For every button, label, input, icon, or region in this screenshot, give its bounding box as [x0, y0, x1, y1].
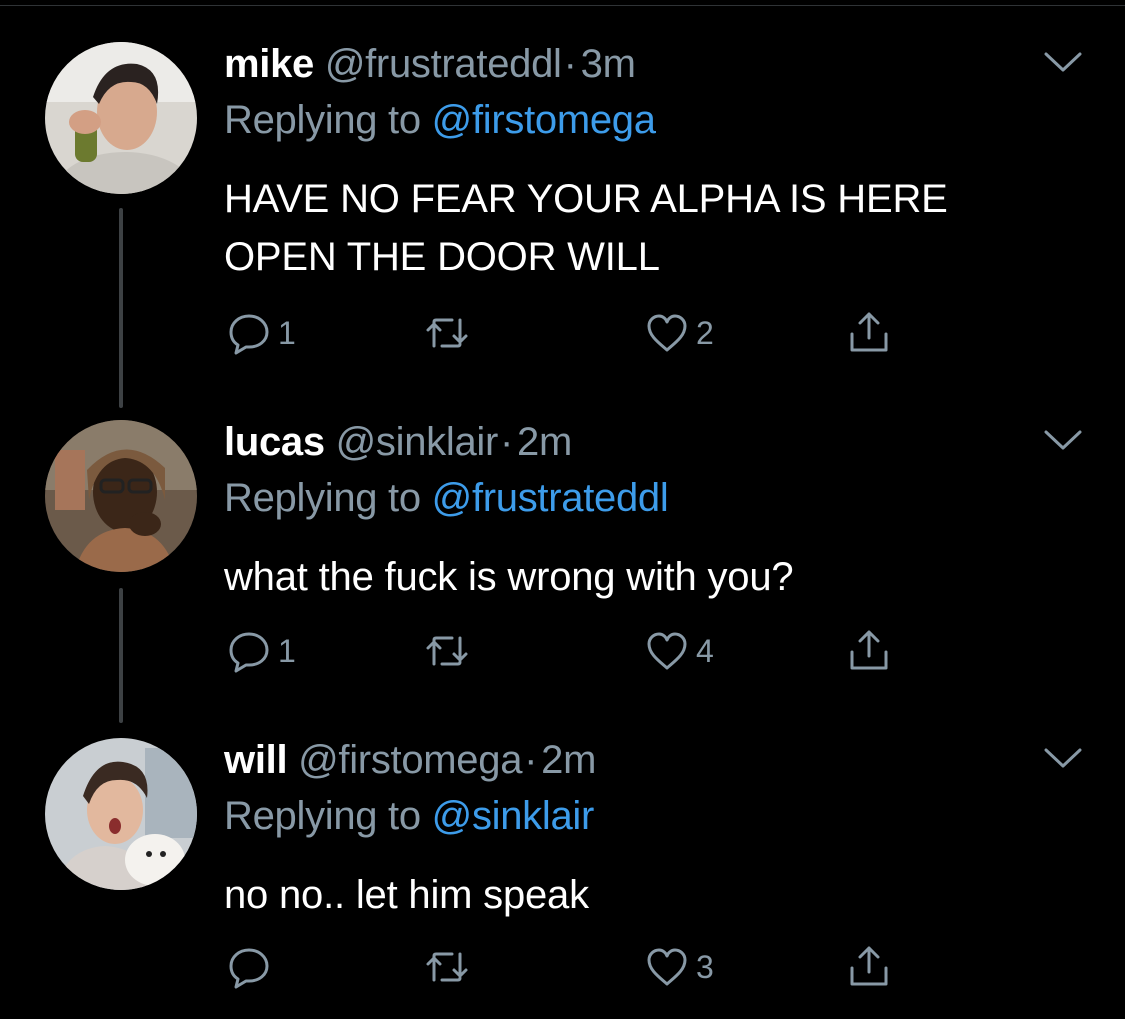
chevron-down-icon[interactable]: [1040, 426, 1086, 456]
retweet-icon: [426, 636, 468, 666]
tweet-text: what the fuck is wrong with you?: [224, 555, 794, 599]
avatar[interactable]: [45, 42, 197, 194]
retweet-icon: [426, 318, 468, 348]
like-count: 2: [696, 315, 714, 351]
user-handle[interactable]: @sinklair: [336, 420, 499, 464]
like-button[interactable]: 3: [644, 942, 714, 992]
share-button[interactable]: [846, 308, 892, 358]
like-count: 4: [696, 633, 714, 669]
separator: ·: [500, 420, 514, 464]
retweet-button[interactable]: [424, 626, 476, 676]
replying-to: Replying to @sinklair: [224, 792, 594, 840]
separator: ·: [524, 738, 538, 782]
action-bar: 1 2: [224, 308, 944, 358]
tweet-header: mike @frustrateddl· 3m: [224, 40, 636, 88]
replying-to: Replying to @frustrateddl: [224, 474, 669, 522]
like-button[interactable]: 4: [644, 626, 714, 676]
like-count: 3: [696, 949, 714, 985]
heart-icon: [647, 632, 687, 670]
thread-connector: [119, 208, 123, 408]
share-icon: [850, 630, 888, 670]
replying-label: Replying to: [224, 794, 432, 838]
separator: ·: [563, 42, 577, 86]
heart-icon: [647, 948, 687, 986]
tweet-text: HAVE NO FEAR YOUR ALPHA IS HERE OPEN THE…: [224, 177, 948, 279]
share-button[interactable]: [846, 626, 892, 676]
retweet-button[interactable]: [424, 308, 476, 358]
display-name[interactable]: will: [224, 738, 288, 782]
tweet-text: no no.. let him speak: [224, 873, 589, 917]
reply-icon: [229, 314, 269, 355]
display-name[interactable]: lucas: [224, 420, 325, 464]
user-handle[interactable]: @firstomega: [298, 738, 522, 782]
share-icon: [850, 312, 888, 352]
reply-count: 1: [278, 315, 296, 351]
thread-connector: [119, 588, 123, 723]
timestamp[interactable]: 2m: [517, 420, 572, 464]
mention-link[interactable]: @sinklair: [432, 794, 595, 838]
display-name[interactable]: mike: [224, 42, 314, 86]
retweet-icon: [426, 952, 468, 982]
avatar[interactable]: [45, 420, 197, 572]
chevron-down-icon[interactable]: [1040, 48, 1086, 78]
tweet-header: will @firstomega· 2m: [224, 736, 596, 784]
reply-thread: mike @frustrateddl· 3m Replying to @first…: [0, 0, 1125, 1019]
retweet-button[interactable]: [424, 942, 476, 992]
action-bar: 3: [224, 942, 944, 992]
reply-count: 1: [278, 633, 296, 669]
mention-link[interactable]: @firstomega: [432, 98, 656, 142]
tweet-header: lucas @sinklair· 2m: [224, 418, 572, 466]
timestamp[interactable]: 3m: [581, 42, 636, 86]
avatar[interactable]: [45, 738, 197, 890]
reply-button[interactable]: [226, 942, 278, 992]
reply-icon: [229, 948, 269, 989]
replying-label: Replying to: [224, 98, 432, 142]
reply-icon: [229, 632, 269, 673]
share-button[interactable]: [846, 942, 892, 992]
heart-icon: [647, 314, 687, 352]
reply-button[interactable]: 1: [226, 626, 296, 676]
like-button[interactable]: 2: [644, 308, 714, 358]
share-icon: [850, 946, 888, 986]
replying-to: Replying to @firstomega: [224, 96, 656, 144]
action-bar: 1 4: [224, 626, 944, 676]
user-handle[interactable]: @frustrateddl: [325, 42, 562, 86]
reply-button[interactable]: 1: [226, 308, 296, 358]
chevron-down-icon[interactable]: [1040, 744, 1086, 774]
timestamp[interactable]: 2m: [541, 738, 596, 782]
avatar-photo: [45, 738, 197, 890]
divider: [0, 5, 1125, 6]
mention-link[interactable]: @frustrateddl: [432, 476, 669, 520]
avatar-photo: [45, 420, 197, 572]
replying-label: Replying to: [224, 476, 432, 520]
avatar-photo: [45, 42, 197, 194]
